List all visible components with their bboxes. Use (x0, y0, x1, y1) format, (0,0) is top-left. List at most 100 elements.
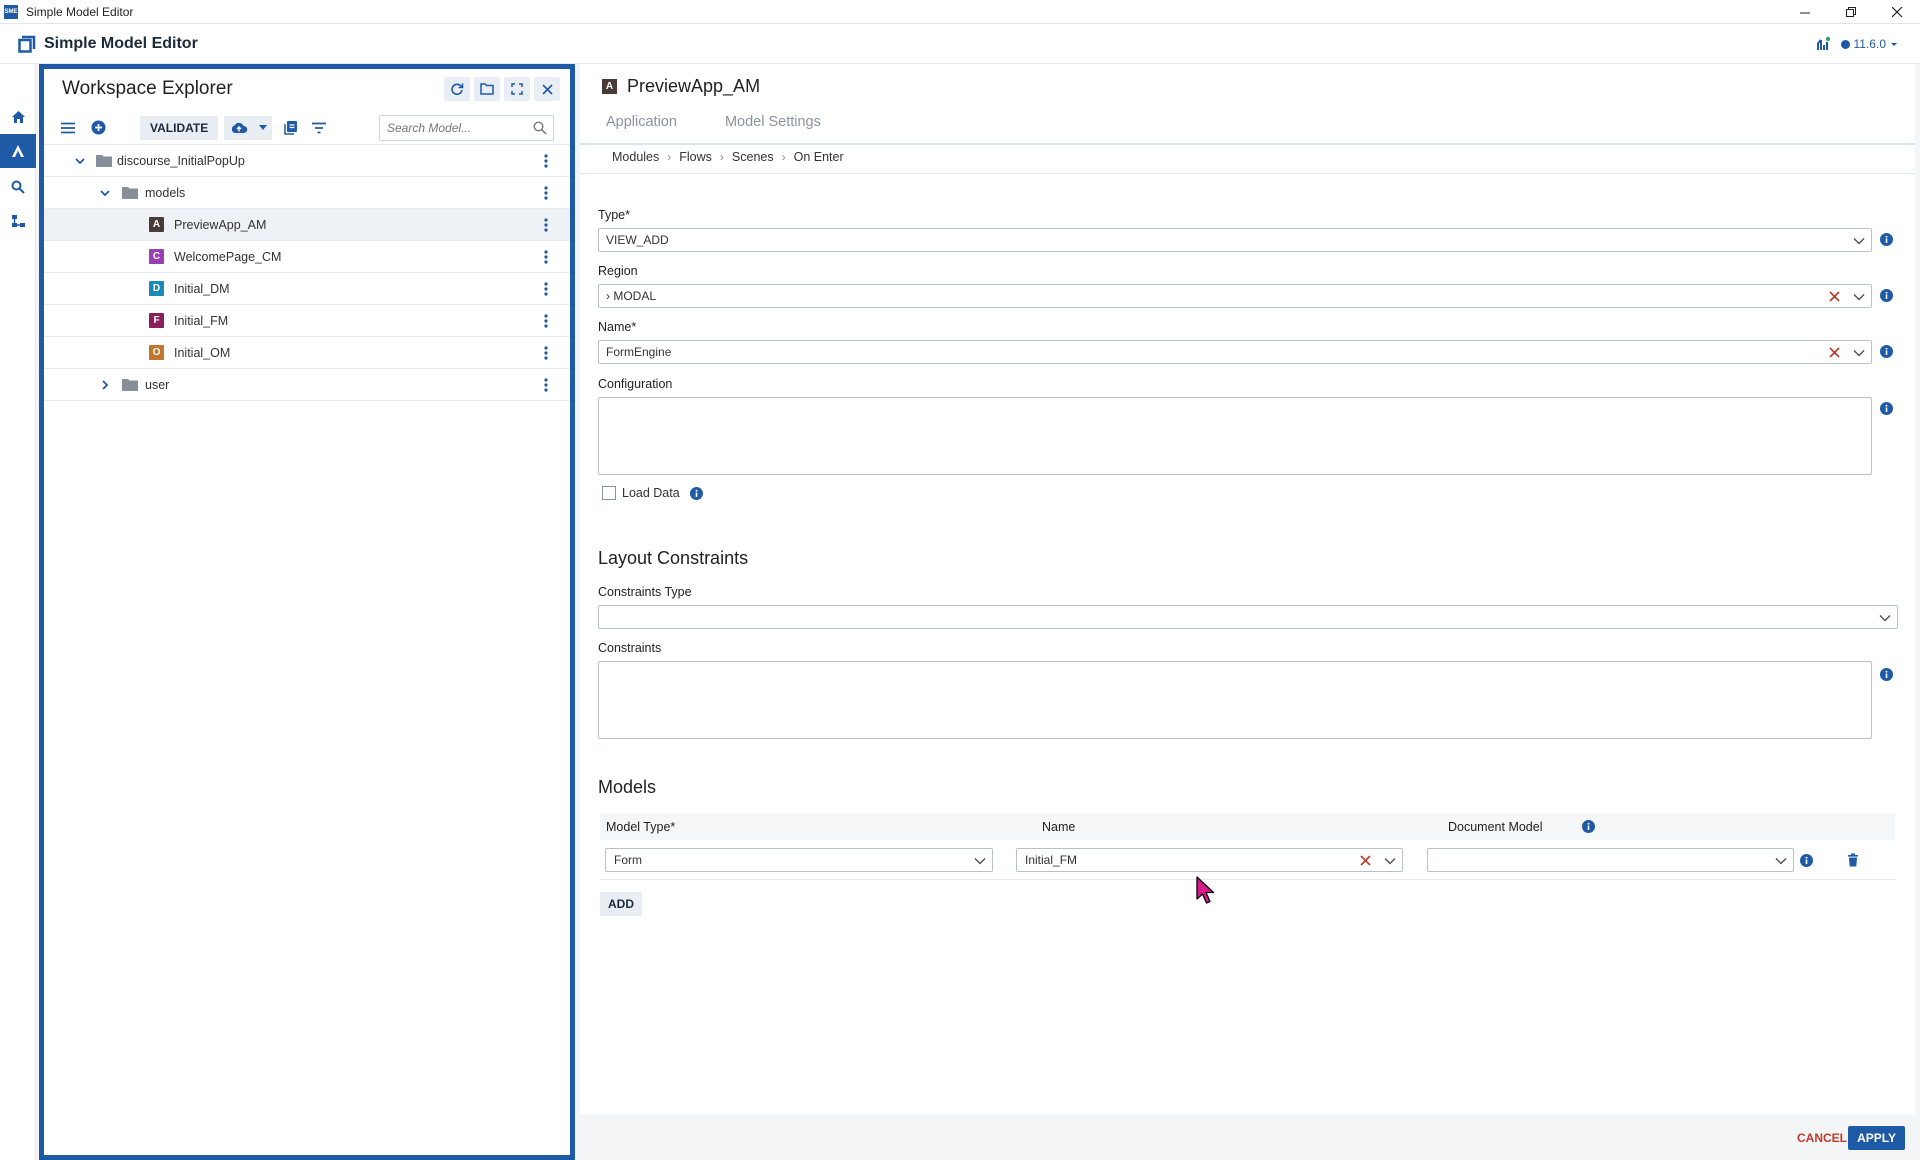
home-nav-button[interactable] (0, 100, 36, 134)
tree-folder-root[interactable]: discourse_InitialPopUp (44, 145, 570, 177)
col-model-type: Model Type* (606, 820, 676, 834)
tree-folder-models[interactable]: models (44, 177, 570, 209)
component-model-badge: C (149, 249, 164, 264)
version-menu[interactable]: 11.6.0 (1840, 37, 1898, 51)
tree-item-previewapp-am[interactable]: A PreviewApp_AM (39, 209, 570, 241)
chevron-down-icon[interactable] (1852, 346, 1866, 360)
breadcrumb-separator-icon: › (667, 150, 672, 164)
validate-button[interactable]: VALIDATE (140, 115, 219, 140)
clear-icon[interactable] (1359, 854, 1372, 867)
refresh-button[interactable] (444, 77, 470, 101)
more-options-icon[interactable] (544, 217, 548, 233)
minimize-button[interactable] (1782, 0, 1828, 24)
delete-icon[interactable] (1847, 853, 1859, 867)
restore-button[interactable] (1828, 0, 1874, 24)
filter-button[interactable] (312, 122, 327, 134)
breadcrumb-scenes[interactable]: Scenes (732, 150, 774, 164)
tree-item-initial-fm[interactable]: F Initial_FM (44, 305, 570, 337)
configuration-label: Configuration (598, 377, 673, 391)
chevron-down-icon[interactable] (1852, 290, 1866, 304)
info-icon[interactable] (1880, 233, 1893, 246)
chevron-down-icon[interactable] (1383, 854, 1397, 868)
region-select[interactable]: › MODAL (598, 284, 1872, 308)
constraints-type-select[interactable] (598, 605, 1898, 629)
more-options-icon[interactable] (544, 377, 548, 393)
clear-icon[interactable] (1828, 346, 1841, 359)
chevron-down-icon[interactable] (1852, 234, 1866, 248)
info-icon[interactable] (689, 486, 703, 500)
load-data-checkbox[interactable] (602, 486, 616, 500)
search-icon[interactable] (533, 121, 547, 135)
info-icon[interactable] (1800, 854, 1813, 867)
close-window-button[interactable] (1874, 0, 1920, 24)
model-search-input[interactable] (387, 121, 527, 135)
tree-item-welcomepage-cm[interactable]: C WelcomePage_CM (44, 241, 570, 273)
constraints-textarea[interactable] (598, 661, 1872, 739)
clear-icon[interactable] (1828, 290, 1841, 303)
name-label: Name* (598, 320, 637, 334)
application-nav-button[interactable] (0, 134, 36, 168)
editor-footer: CANCEL APPLY (580, 1114, 1915, 1160)
chevron-right-icon[interactable] (99, 379, 111, 391)
chevron-down-icon[interactable] (99, 187, 111, 199)
col-name: Name (1042, 820, 1076, 834)
tree-item-label: Initial_FM (174, 313, 229, 328)
info-icon[interactable] (1880, 402, 1893, 415)
apply-button[interactable]: APPLY (1848, 1126, 1905, 1150)
more-options-icon[interactable] (544, 345, 548, 361)
tab-model-settings[interactable]: Model Settings (725, 114, 821, 130)
add-model-row-button[interactable]: ADD (600, 892, 642, 916)
model-name-value: Initial_FM (1025, 853, 1078, 867)
output-model-badge: O (149, 345, 164, 360)
cancel-button[interactable]: CANCEL (1791, 1126, 1853, 1150)
tree-item-initial-dm[interactable]: D Initial_DM (44, 273, 570, 305)
chevron-down-icon[interactable] (1774, 854, 1788, 868)
chevron-down-icon[interactable] (74, 155, 86, 167)
more-options-icon[interactable] (544, 281, 548, 297)
upload-menu-button[interactable] (224, 115, 273, 140)
tree-item-initial-om[interactable]: O Initial_OM (44, 337, 570, 369)
document-model-select[interactable] (1427, 848, 1794, 872)
info-icon[interactable] (1880, 289, 1893, 302)
more-options-icon[interactable] (544, 249, 548, 265)
chevron-down-icon[interactable] (973, 854, 987, 868)
application-model-badge: A (602, 79, 617, 94)
notifications-icon[interactable] (1815, 36, 1831, 52)
search-nav-button[interactable] (0, 170, 36, 204)
type-select[interactable]: VIEW_ADD (598, 228, 1872, 252)
model-editor-panel: A PreviewApp_AM Application Model Settin… (580, 64, 1915, 1160)
menu-button[interactable] (61, 122, 75, 134)
document-button[interactable] (284, 120, 298, 135)
info-icon[interactable] (1880, 345, 1893, 358)
model-type-select[interactable]: Form (605, 848, 993, 872)
chevron-down-icon[interactable] (1878, 611, 1892, 625)
hierarchy-nav-button[interactable] (0, 204, 36, 238)
breadcrumb-flows[interactable]: Flows (679, 150, 712, 164)
add-model-button[interactable] (91, 120, 106, 135)
region-label: Region (598, 264, 638, 278)
more-options-icon[interactable] (544, 185, 548, 201)
type-value: VIEW_ADD (606, 233, 669, 247)
name-select[interactable]: FormEngine (598, 340, 1872, 364)
breadcrumb-on-enter[interactable]: On Enter (794, 150, 844, 164)
explorer-title: Workspace Explorer (62, 78, 233, 99)
application-model-badge: A (149, 217, 164, 232)
more-options-icon[interactable] (544, 313, 548, 329)
close-panel-button[interactable] (534, 77, 560, 101)
model-search-box[interactable] (379, 115, 554, 141)
breadcrumb-modules[interactable]: Modules (612, 150, 659, 164)
layout-constraints-heading: Layout Constraints (598, 548, 749, 568)
info-icon[interactable] (1582, 820, 1595, 833)
window-title: Simple Model Editor (26, 4, 134, 19)
maximize-panel-button[interactable] (504, 77, 530, 101)
tab-application[interactable]: Application (606, 114, 677, 130)
tab-divider (580, 143, 1915, 145)
configuration-textarea[interactable] (598, 397, 1872, 475)
open-folder-button[interactable] (474, 77, 500, 101)
info-icon[interactable] (1880, 668, 1893, 681)
model-name-select[interactable]: Initial_FM (1016, 848, 1403, 872)
type-label: Type* (598, 208, 630, 222)
more-options-icon[interactable] (544, 153, 548, 169)
data-model-badge: D (149, 281, 164, 296)
tree-folder-user[interactable]: user (44, 369, 570, 401)
